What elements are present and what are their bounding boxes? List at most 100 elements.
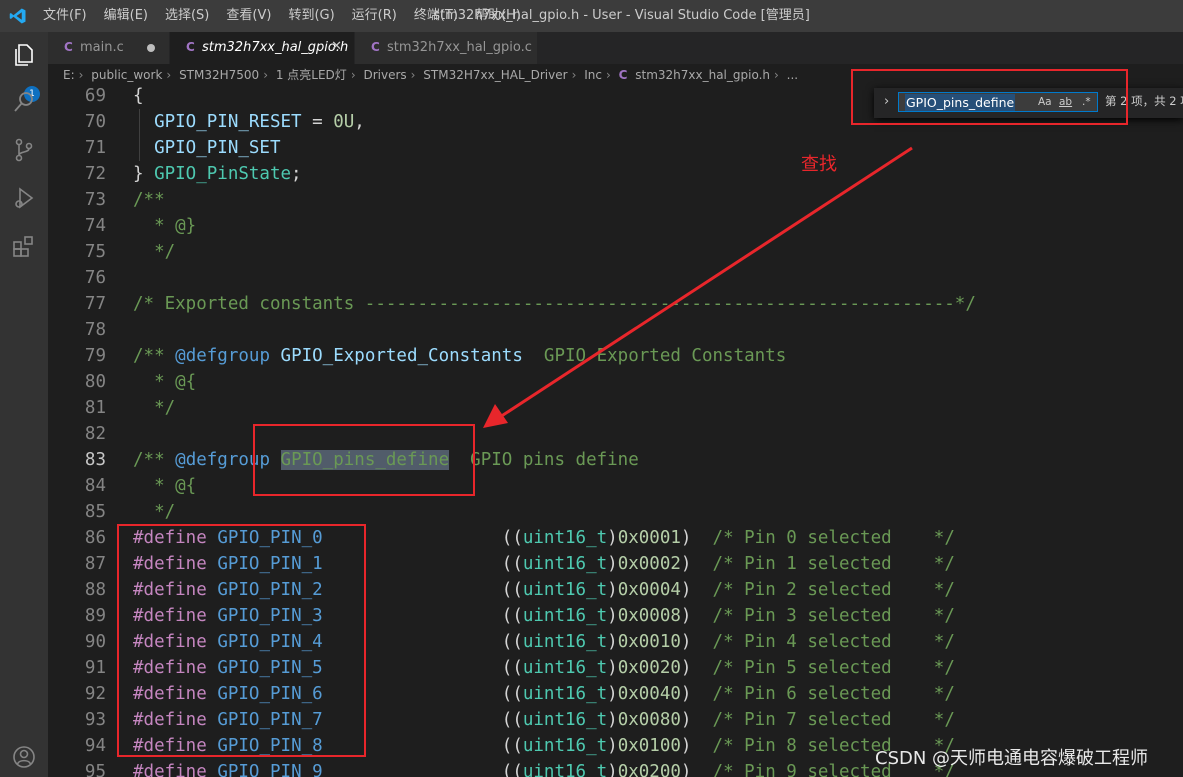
menu-terminal[interactable]: 终端(T) bbox=[414, 0, 458, 32]
code-line[interactable]: 82 bbox=[48, 421, 1183, 447]
annotation-label: 查找 bbox=[801, 154, 837, 175]
breadcrumb-item[interactable]: Inc bbox=[584, 68, 602, 82]
menu-go[interactable]: 转到(G) bbox=[288, 0, 334, 32]
line-number: 92 bbox=[84, 684, 106, 704]
code-line[interactable]: 76 bbox=[48, 265, 1183, 291]
defines-highlight-box bbox=[117, 524, 366, 757]
find-highlight-box bbox=[851, 69, 1128, 125]
line-number: 91 bbox=[84, 658, 106, 678]
menu-selection[interactable]: 选择(S) bbox=[165, 0, 209, 32]
line-number: 76 bbox=[84, 268, 106, 288]
source-control-icon[interactable] bbox=[10, 136, 38, 164]
code-text: * @} bbox=[133, 216, 197, 236]
code-text: /** bbox=[133, 190, 165, 210]
menu-edit[interactable]: 编辑(E) bbox=[104, 0, 148, 32]
code-text: /* Exported constants ------------------… bbox=[133, 294, 976, 314]
code-line[interactable]: 80 * @{ bbox=[48, 369, 1183, 395]
tab-label: main.c bbox=[80, 40, 124, 55]
line-number: 93 bbox=[84, 710, 106, 730]
chevron-right-icon: › bbox=[571, 68, 577, 82]
chevron-right-icon: › bbox=[605, 68, 611, 82]
line-number: 89 bbox=[84, 606, 106, 626]
code-text: } GPIO_PinState; bbox=[133, 164, 302, 184]
chevron-right-icon: › bbox=[410, 68, 416, 82]
code-line[interactable]: 83/** @defgroup GPIO_pins_define GPIO pi… bbox=[48, 447, 1183, 473]
line-number: 84 bbox=[84, 476, 106, 496]
line-number: 75 bbox=[84, 242, 106, 262]
code-text: GPIO_PIN_RESET = 0U, bbox=[154, 112, 365, 132]
line-number: 69 bbox=[84, 86, 106, 106]
close-icon[interactable]: ✕ bbox=[331, 39, 342, 54]
title-bar: 文件(F) 编辑(E) 选择(S) 查看(V) 转到(G) 运行(R) 终端(T… bbox=[0, 0, 1183, 32]
line-number: 88 bbox=[84, 580, 106, 600]
unsaved-dot-icon[interactable] bbox=[147, 44, 155, 52]
menu-file[interactable]: 文件(F) bbox=[43, 0, 87, 32]
chevron-right-icon: › bbox=[78, 68, 84, 82]
line-number: 83 bbox=[84, 450, 106, 470]
extensions-icon[interactable] bbox=[10, 232, 38, 260]
line-number: 71 bbox=[84, 138, 106, 158]
code-line[interactable]: 77 /* Exported constants ----------------… bbox=[48, 291, 1183, 317]
code-text: { bbox=[133, 86, 144, 106]
activity-bar: 1 bbox=[0, 32, 48, 777]
code-line[interactable]: 71 GPIO_PIN_SET bbox=[48, 135, 1183, 161]
breadcrumb-item[interactable]: 1 点亮LED灯 bbox=[276, 68, 347, 82]
tab-stm32h7xx-hal-gpio-c[interactable]: C stm32h7xx_hal_gpio.c bbox=[355, 32, 538, 64]
tab-label: stm32h7xx_hal_gpio.h bbox=[202, 40, 349, 55]
c-file-icon: C bbox=[64, 40, 73, 54]
code-line[interactable]: 85 */ bbox=[48, 499, 1183, 525]
code-text: */ bbox=[133, 242, 176, 262]
chevron-right-icon: › bbox=[263, 68, 269, 82]
code-line[interactable]: 84 * @{ bbox=[48, 473, 1183, 499]
line-number: 95 bbox=[84, 762, 106, 777]
breadcrumb-item[interactable]: STM32H7500 bbox=[179, 68, 259, 82]
search-icon[interactable] bbox=[10, 88, 38, 116]
code-text: * @{ bbox=[133, 476, 197, 496]
breadcrumb-item[interactable]: ... bbox=[787, 68, 798, 82]
chevron-right-icon: › bbox=[350, 68, 356, 82]
tab-bar: C main.c C stm32h7xx_hal_gpio.h ✕ C stm3… bbox=[48, 32, 1183, 64]
indent-guide bbox=[139, 109, 140, 161]
line-number: 94 bbox=[84, 736, 106, 756]
menu-view[interactable]: 查看(V) bbox=[226, 0, 271, 32]
line-number: 85 bbox=[84, 502, 106, 522]
line-number: 70 bbox=[84, 112, 106, 132]
menu-run[interactable]: 运行(R) bbox=[352, 0, 397, 32]
breadcrumb-item[interactable]: STM32H7xx_HAL_Driver bbox=[423, 68, 567, 82]
code-line[interactable]: 79 /** @defgroup GPIO_Exported_Constants … bbox=[48, 343, 1183, 369]
code-text: */ bbox=[133, 502, 176, 522]
account-icon[interactable] bbox=[10, 743, 38, 771]
breadcrumb-item[interactable]: public_work bbox=[91, 68, 162, 82]
tab-main-c[interactable]: C main.c bbox=[48, 32, 170, 64]
line-number: 77 bbox=[84, 294, 106, 314]
explorer-icon[interactable] bbox=[10, 40, 38, 68]
line-number: 86 bbox=[84, 528, 106, 548]
tab-stm32h7xx-hal-gpio-h[interactable]: C stm32h7xx_hal_gpio.h ✕ bbox=[170, 32, 355, 64]
breadcrumb-item[interactable]: stm32h7xx_hal_gpio.h bbox=[635, 68, 770, 82]
breadcrumb-item[interactable]: E: bbox=[63, 68, 75, 82]
line-number: 74 bbox=[84, 216, 106, 236]
chevron-right-icon: › bbox=[774, 68, 779, 82]
code-line[interactable]: 72 } GPIO_PinState; bbox=[48, 161, 1183, 187]
line-number: 90 bbox=[84, 632, 106, 652]
code-line[interactable]: 74 * @} bbox=[48, 213, 1183, 239]
code-line[interactable]: 78 bbox=[48, 317, 1183, 343]
c-file-icon: C bbox=[618, 68, 628, 82]
menu-help[interactable]: 帮助(H) bbox=[475, 0, 521, 32]
line-number: 73 bbox=[84, 190, 106, 210]
code-line[interactable]: 81 */ bbox=[48, 395, 1183, 421]
c-file-icon: C bbox=[371, 40, 380, 54]
line-number: 72 bbox=[84, 164, 106, 184]
code-line[interactable]: 73 /** bbox=[48, 187, 1183, 213]
watermark: CSDN @天师电通电容爆破工程师 bbox=[875, 748, 1149, 769]
result-highlight-box bbox=[253, 424, 475, 496]
c-file-icon: C bbox=[186, 40, 195, 54]
code-text: /** @defgroup GPIO_Exported_Constants GP… bbox=[133, 346, 787, 366]
run-debug-icon[interactable] bbox=[10, 184, 38, 212]
breadcrumb-item[interactable]: Drivers bbox=[363, 68, 406, 82]
code-line[interactable]: 75 */ bbox=[48, 239, 1183, 265]
line-number: 82 bbox=[84, 424, 106, 444]
tab-label: stm32h7xx_hal_gpio.c bbox=[387, 40, 532, 55]
line-number: 80 bbox=[84, 372, 106, 392]
code-text: #define GPIO_PIN_9 ((uint16_t)0x0200) /*… bbox=[133, 762, 955, 777]
